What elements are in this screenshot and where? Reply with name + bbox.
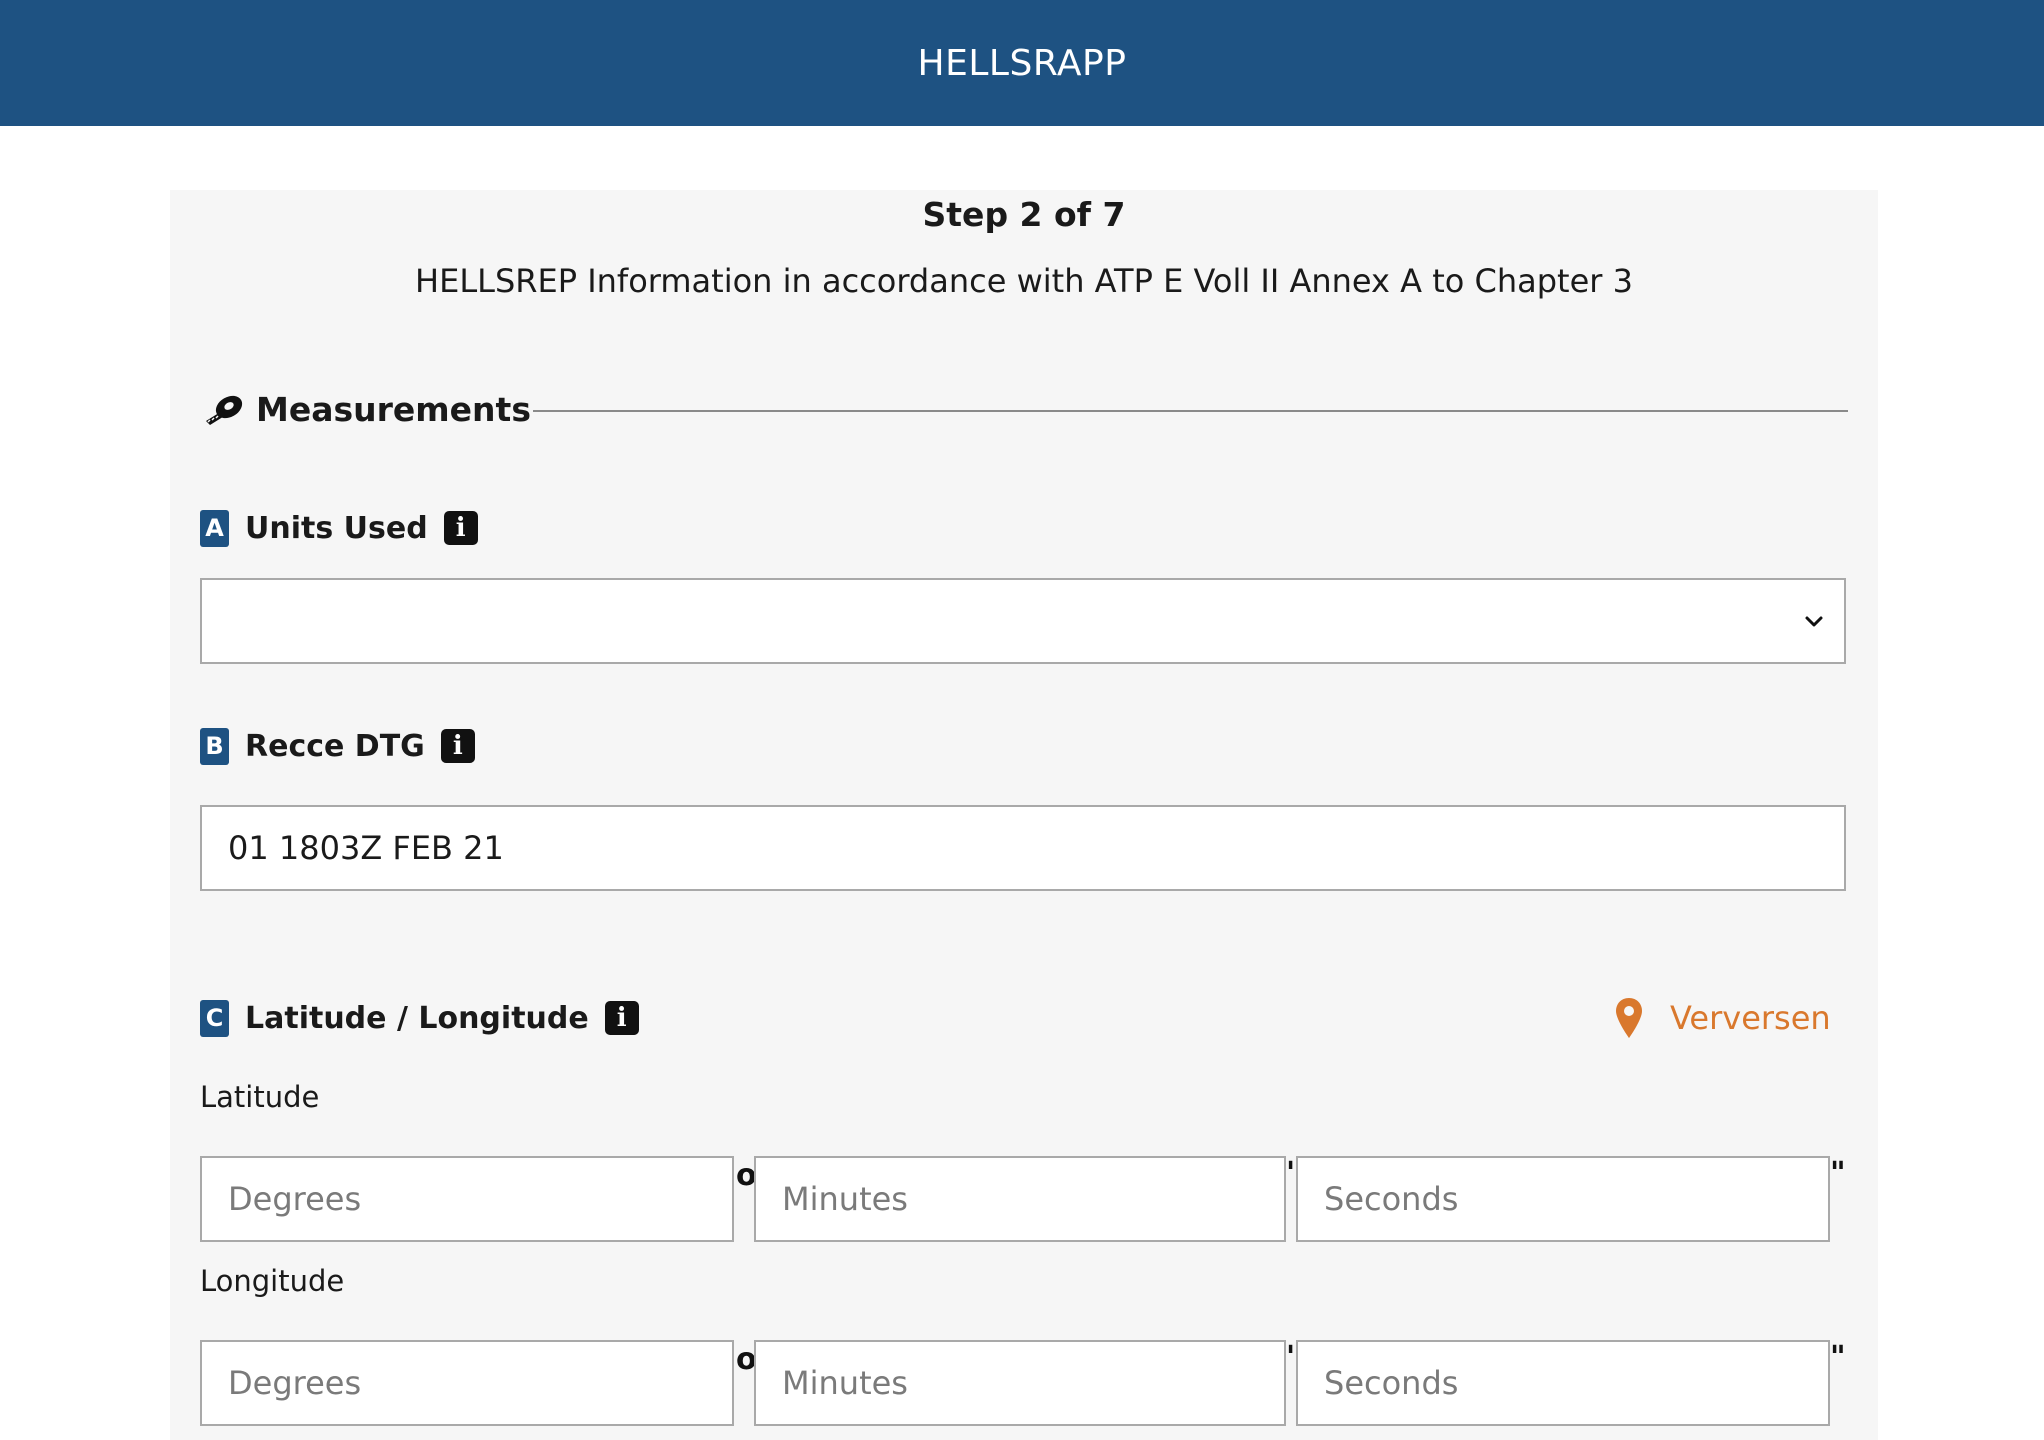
form-panel: Step 2 of 7 HELLSREP Information in acco…	[170, 190, 1878, 1440]
field-letter-badge: C	[200, 999, 229, 1037]
latitude-degrees-input[interactable]: Degrees	[200, 1156, 734, 1242]
longitude-minutes-input[interactable]: Minutes	[754, 1340, 1286, 1426]
section-header-measurements: Measurements	[202, 386, 1848, 432]
section-divider	[532, 410, 1848, 412]
section-title: Measurements	[256, 389, 531, 429]
minute-symbol: '	[1286, 1156, 1296, 1191]
refresh-location-button[interactable]: Verversen	[1614, 996, 1831, 1040]
latlon-label: Latitude / Longitude	[245, 1000, 589, 1036]
longitude-seconds-input[interactable]: Seconds	[1296, 1340, 1830, 1426]
units-used-label-row: A Units Used i	[200, 508, 478, 548]
location-pin-icon	[1616, 998, 1642, 1038]
units-used-select[interactable]	[200, 578, 1846, 664]
info-icon[interactable]: i	[604, 1001, 639, 1035]
latitude-seconds-input[interactable]: Seconds	[1296, 1156, 1830, 1242]
field-letter-badge: B	[200, 727, 229, 765]
second-symbol: "	[1830, 1340, 1846, 1375]
app-title: HELLSRAPP	[917, 42, 1127, 84]
minute-symbol: '	[1286, 1340, 1296, 1375]
app-header: HELLSRAPP	[0, 0, 2044, 126]
latitude-label: Latitude	[200, 1080, 320, 1114]
step-indicator: Step 2 of 7	[922, 195, 1126, 234]
units-used-label: Units Used	[245, 510, 428, 546]
info-icon[interactable]: i	[440, 729, 475, 763]
recce-dtg-input[interactable]: 01 1803Z FEB 21	[200, 805, 1846, 891]
info-icon[interactable]: i	[443, 511, 478, 545]
form-subtitle: HELLSREP Information in accordance with …	[415, 262, 1633, 300]
recce-dtg-label-row: B Recce DTG i	[200, 726, 475, 766]
longitude-degrees-input[interactable]: Degrees	[200, 1340, 734, 1426]
tape-measure-icon	[206, 395, 243, 425]
refresh-label: Verversen	[1670, 999, 1831, 1037]
recce-dtg-label: Recce DTG	[245, 728, 425, 764]
longitude-label: Longitude	[200, 1264, 345, 1298]
field-letter-badge: A	[200, 509, 229, 547]
second-symbol: "	[1830, 1156, 1846, 1191]
latlon-label-row: C Latitude / Longitude i	[200, 998, 639, 1038]
latitude-minutes-input[interactable]: Minutes	[754, 1156, 1286, 1242]
chevron-down-icon	[1805, 616, 1823, 627]
